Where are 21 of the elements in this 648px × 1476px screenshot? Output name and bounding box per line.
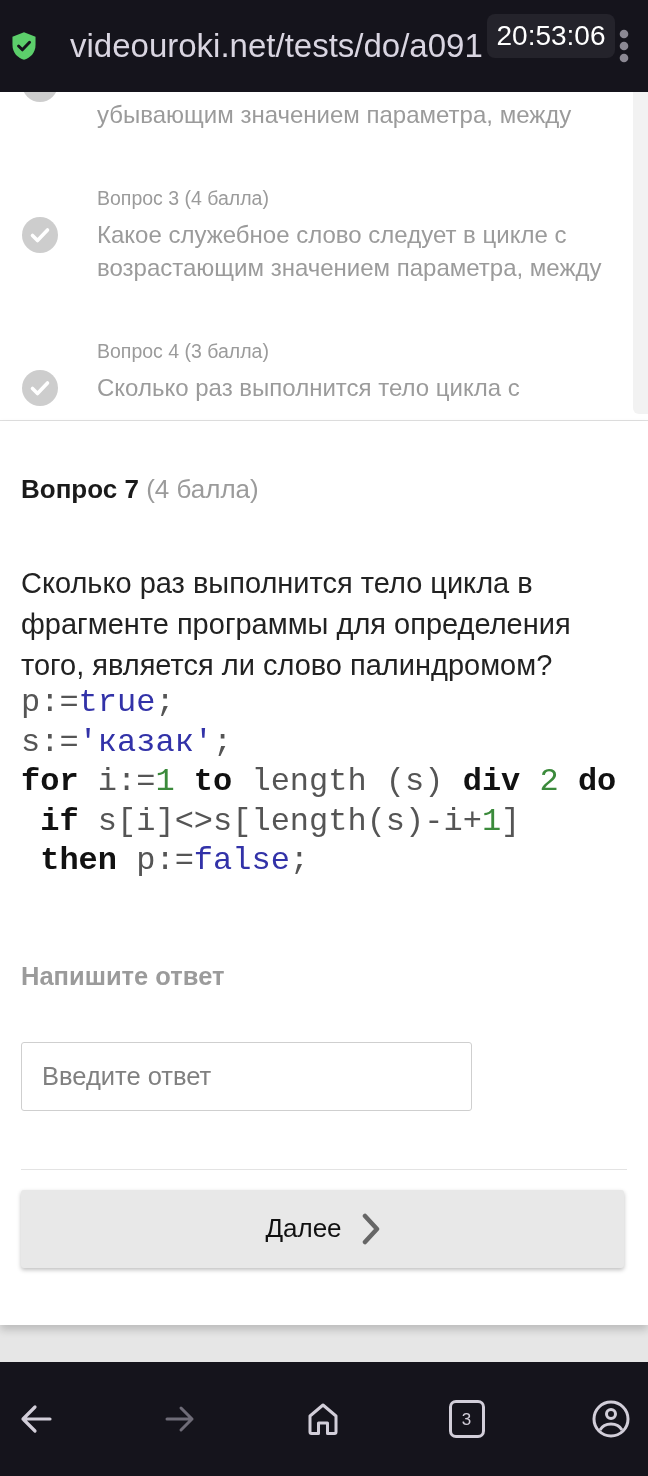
account-icon[interactable] [592,1400,630,1438]
more-menu-icon[interactable] [619,29,629,63]
tabs-button[interactable]: 3 [448,1400,485,1438]
url-text[interactable]: videouroki.net/tests/do/a091 [70,21,483,71]
chevron-right-icon [361,1212,380,1245]
home-icon[interactable] [307,1402,339,1436]
question-text: Сколько раз выполнится тело цикла в фрагменте программы для определения того, является ли слово палиндромом? [21,566,572,683]
next-button[interactable]: Далее [21,1189,624,1268]
answer-label: Напишите ответ [21,960,225,991]
code-line: p:=true; [21,683,175,723]
question-points: (4 балла) [146,474,259,504]
code-line: s:='казак'; [21,722,233,762]
back-arrow-icon[interactable] [20,1404,52,1434]
code-line: then p:=false; [39,841,310,881]
code-line: if s[i]<>s[length(s)-i+1] [39,801,521,841]
code-line: for i:=1 to length (s) div 2 do [21,762,617,802]
answer-input[interactable]: Введите ответ [21,1041,472,1111]
question-title: Вопрос 3 (4 балла) [97,186,269,210]
recording-time: 20:53:06 [487,14,615,58]
question-number: Вопрос 7 [21,474,139,504]
question-title: Вопрос 4 (3 балла) [97,339,269,363]
